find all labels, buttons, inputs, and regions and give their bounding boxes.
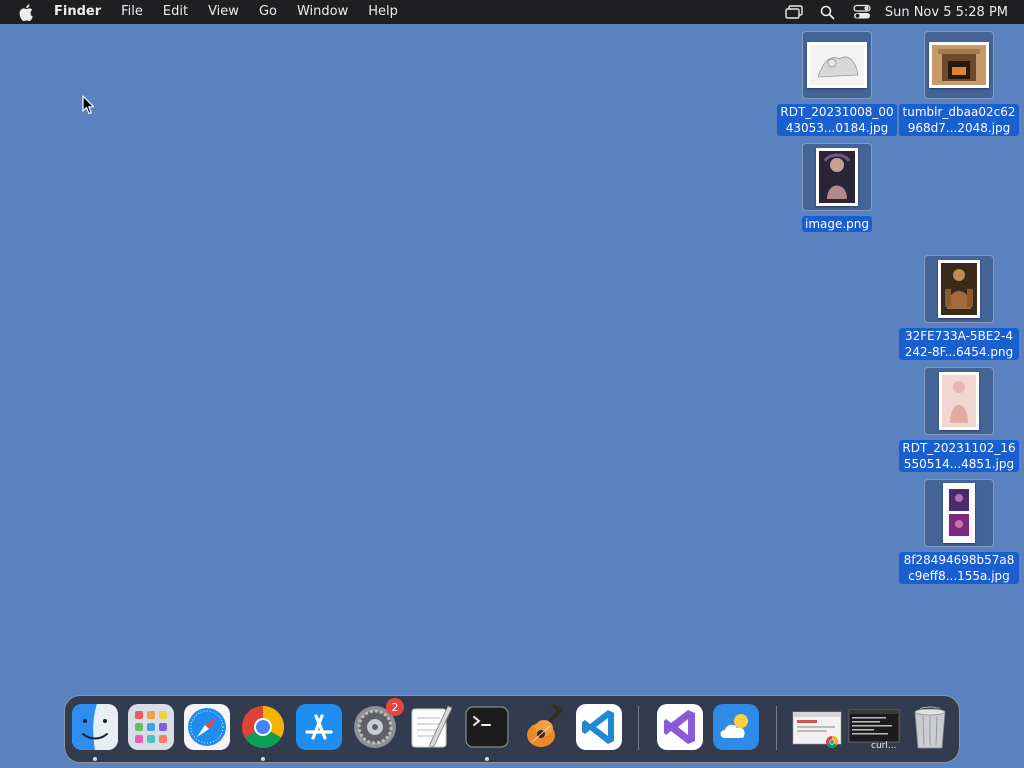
menu-bar: Finder File Edit View Go Window Help Sun…: [0, 0, 1024, 24]
dock-app-store-icon[interactable]: [296, 704, 342, 750]
dock-minimized-browser-window[interactable]: [792, 704, 842, 750]
fireplace-thumbnail-icon: [932, 45, 986, 85]
desktop-file-icon[interactable]: RDT_20231102_16550514...4851.jpg: [899, 367, 1019, 472]
menu-bar-status-area: Sun Nov 5 5:28 PM: [777, 0, 1024, 24]
thumbnail-frame: [943, 483, 975, 543]
menu-file[interactable]: File: [111, 0, 153, 24]
file-label: RDT_20231008_0043053...0184.jpg: [777, 104, 897, 136]
menu-help[interactable]: Help: [358, 0, 408, 24]
desktop-file-icon[interactable]: image.png: [777, 143, 897, 232]
file-thumbnail: [802, 31, 872, 99]
thumbnail-frame: [938, 260, 980, 318]
minimized-window-label: curl...: [871, 741, 897, 751]
dock-separator: [776, 706, 777, 750]
dock-system-settings-icon[interactable]: 2: [352, 698, 404, 750]
thumbnail-frame: [816, 148, 858, 206]
desktop-file-icon[interactable]: RDT_20231008_0043053...0184.jpg: [777, 31, 897, 136]
dock: 2 curl...: [64, 695, 960, 763]
dock-garageband-icon[interactable]: [520, 704, 566, 750]
thumbnail-frame: [939, 372, 979, 430]
sketch-thumbnail-icon: [810, 45, 864, 85]
desktop-file-icon[interactable]: 8f28494698b57a8c9eff8...155a.jpg: [899, 479, 1019, 584]
desktop-file-icon[interactable]: 32FE733A-5BE2-4242-8F...6454.png: [899, 255, 1019, 360]
dock-visual-studio-icon[interactable]: [657, 704, 703, 750]
file-thumbnail: [924, 31, 994, 99]
file-label: 8f28494698b57a8c9eff8...155a.jpg: [899, 552, 1019, 584]
file-label: image.png: [801, 216, 873, 232]
dock-running-indicator: [485, 757, 489, 761]
menu-go[interactable]: Go: [249, 0, 287, 24]
dock-vscode-icon[interactable]: [576, 704, 622, 750]
dock-weather-icon[interactable]: [713, 704, 759, 750]
screen-mirroring-icon[interactable]: [783, 3, 805, 21]
apple-menu-icon[interactable]: [16, 2, 36, 22]
collage-thumbnail-icon: [946, 486, 972, 540]
figure-thumbnail-icon: [941, 263, 977, 315]
dock-textedit-icon[interactable]: [408, 704, 454, 750]
file-thumbnail: [924, 255, 994, 323]
file-thumbnail: [924, 367, 994, 435]
pink-thumbnail-icon: [942, 375, 976, 427]
menu-window[interactable]: Window: [287, 0, 358, 24]
spotlight-search-icon[interactable]: [817, 3, 839, 21]
control-center-icon[interactable]: [851, 3, 873, 21]
menu-view[interactable]: View: [198, 0, 249, 24]
menu-finder[interactable]: Finder: [46, 0, 111, 24]
file-label: tumblr_dbaa02c62968d7...2048.jpg: [899, 104, 1019, 136]
dock-finder-icon[interactable]: [72, 704, 118, 750]
dock-launchpad-icon[interactable]: [128, 704, 174, 750]
dock-trash-icon[interactable]: [907, 704, 953, 750]
file-thumbnail: [802, 143, 872, 211]
thumbnail-frame: [807, 42, 867, 88]
notification-badge: 2: [386, 698, 404, 716]
dock-terminal-icon[interactable]: [464, 704, 510, 750]
dock-separator: [638, 706, 639, 750]
dock-running-indicator: [93, 757, 97, 761]
dock-safari-icon[interactable]: [184, 704, 230, 750]
menu-bar-clock[interactable]: Sun Nov 5 5:28 PM: [879, 5, 1024, 20]
portrait-thumbnail-icon: [819, 151, 855, 203]
file-label: 32FE733A-5BE2-4242-8F...6454.png: [899, 328, 1019, 360]
menu-edit[interactable]: Edit: [153, 0, 198, 24]
desktop-file-icon[interactable]: tumblr_dbaa02c62968d7...2048.jpg: [899, 31, 1019, 136]
dock-chrome-icon[interactable]: [240, 704, 286, 750]
mouse-cursor-icon: [82, 95, 95, 115]
file-thumbnail: [924, 479, 994, 547]
thumbnail-frame: [929, 42, 989, 88]
dock-running-indicator: [261, 757, 265, 761]
file-label: RDT_20231102_16550514...4851.jpg: [899, 440, 1019, 472]
